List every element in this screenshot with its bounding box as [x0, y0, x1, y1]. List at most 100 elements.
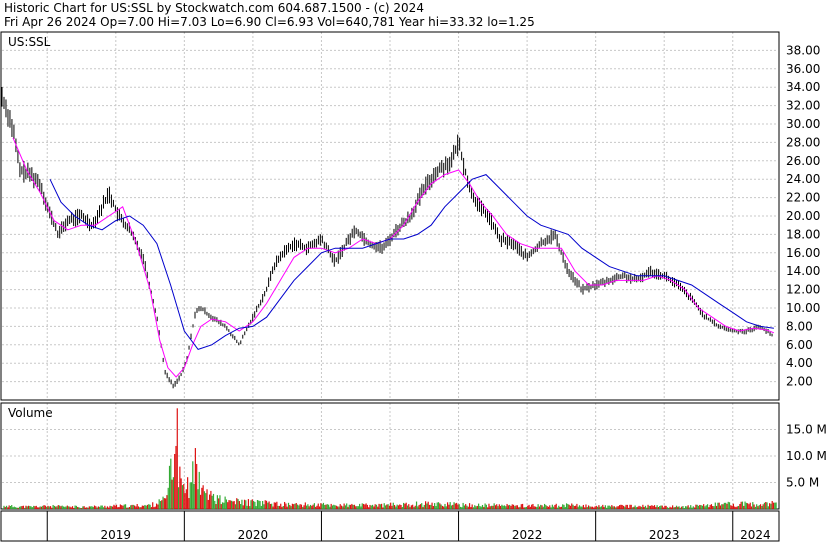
volume-bar [722, 504, 724, 509]
volume-bar [115, 504, 118, 509]
volume-bar [657, 507, 659, 509]
volume-bar [260, 505, 262, 509]
volume-bar [234, 504, 237, 509]
volume-bar [146, 504, 149, 509]
volume-bar [426, 503, 428, 509]
volume-bar [617, 506, 619, 509]
volume-bar [331, 505, 334, 509]
price-tick-label: 10.00 [786, 301, 820, 315]
volume-bar [282, 505, 284, 509]
volume-bar [413, 506, 415, 509]
price-panel-label: US:SSL [8, 35, 51, 49]
volume-bar [216, 495, 218, 509]
volume-bar [441, 505, 444, 509]
volume-bar [340, 505, 343, 509]
volume-bar [95, 506, 97, 509]
volume-bar [150, 507, 153, 509]
volume-bar [311, 505, 313, 509]
volume-bar [732, 503, 735, 509]
volume-bar [170, 458, 172, 509]
volume-bar [653, 505, 656, 509]
volume-bar [646, 507, 648, 509]
volume-bar [368, 507, 370, 509]
volume-bar [604, 505, 606, 509]
volume-bar [119, 504, 121, 509]
volume-bar [538, 506, 541, 509]
volume-bar [397, 505, 400, 509]
volume-bar [27, 505, 30, 509]
volume-bar [690, 505, 692, 509]
price-tick-label: 20.00 [786, 209, 820, 223]
volume-bar [392, 502, 394, 509]
volume-bar [382, 507, 384, 509]
volume-bar [139, 507, 141, 509]
volume-bar [603, 506, 605, 509]
volume-bar [721, 504, 723, 509]
volume-bar [127, 507, 129, 509]
volume-bar [196, 463, 198, 509]
volume-bar [61, 505, 63, 509]
volume-bar [567, 504, 569, 509]
volume-bar [265, 500, 268, 509]
volume-bar [759, 504, 762, 509]
stock-chart: US:SSL 2.00 4.00 6.00 8.00 10.00 12.00 14.00 16… [0, 31, 827, 542]
volume-bar [377, 506, 379, 509]
volume-bar [79, 507, 81, 509]
volume-bar [727, 501, 729, 509]
volume-bar [236, 498, 238, 509]
volume-bar [769, 503, 771, 509]
volume-bar [343, 503, 345, 509]
volume-bar [771, 500, 773, 509]
volume-bar [656, 505, 658, 509]
volume-bar [371, 504, 374, 509]
volume-bar [124, 504, 127, 509]
volume-bar [43, 505, 45, 509]
price-tick-label: 26.00 [786, 154, 820, 168]
volume-bar [489, 506, 491, 509]
volume-bar [692, 506, 694, 509]
volume-bar [190, 482, 193, 509]
volume-bar [130, 505, 132, 509]
volume-bar [396, 504, 398, 509]
volume-bar [262, 500, 264, 509]
volume-bar [203, 491, 206, 509]
volume-bar [478, 503, 480, 509]
volume-bar [212, 493, 215, 509]
volume-bar [187, 477, 189, 509]
volume-bar [453, 502, 455, 509]
volume-bar [240, 503, 242, 509]
volume-bar [483, 506, 485, 509]
volume-bar [399, 504, 401, 509]
volume-bar [715, 505, 718, 509]
volume-bar [273, 502, 275, 509]
volume-bar [58, 505, 61, 509]
volume-bar [272, 506, 274, 509]
volume-bar [748, 504, 750, 509]
volume-bar [49, 506, 52, 509]
volume-bar [386, 504, 388, 509]
volume-bar [408, 504, 410, 509]
volume-bar [616, 506, 618, 509]
volume-bar [73, 507, 75, 509]
year-label: 2019 [101, 528, 132, 542]
volume-bar [183, 484, 185, 509]
volume-bar [633, 506, 635, 509]
volume-bar [765, 501, 767, 509]
volume-bar [334, 505, 336, 509]
volume-bar [661, 505, 663, 509]
volume-bar [258, 500, 260, 509]
volume-bar [631, 507, 634, 509]
volume-bar [52, 504, 54, 509]
volume-bar [176, 408, 178, 509]
volume-bar [648, 505, 650, 509]
volume-bar [412, 504, 414, 509]
volume-bar [77, 506, 79, 509]
volume-bar [281, 506, 283, 509]
volume-bar [754, 506, 756, 509]
volume-bar [361, 503, 363, 509]
volume-bar [463, 505, 465, 509]
volume-bar [655, 506, 657, 509]
volume-bar [436, 502, 438, 509]
volume-bar [113, 504, 115, 509]
volume-bar [149, 504, 151, 509]
